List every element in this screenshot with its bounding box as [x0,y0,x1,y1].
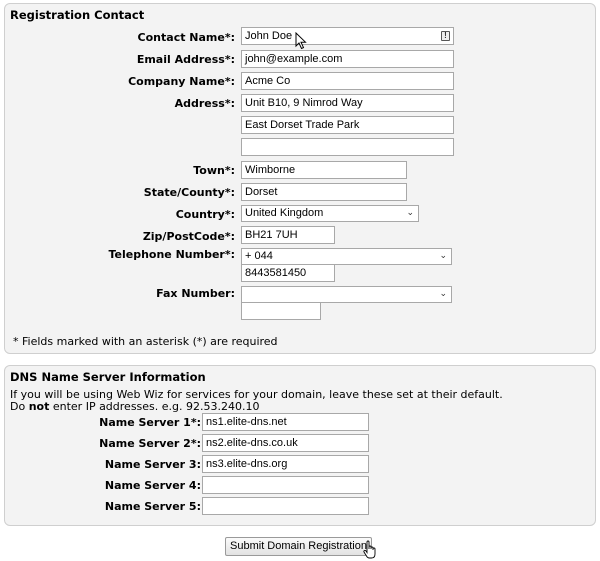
name-server-3-label: Name Server 3: [104,458,201,471]
town-input[interactable]: Wimborne [241,161,407,179]
country-value: United Kingdom [245,207,324,219]
name-server-4-label: Name Server 4: [104,479,201,492]
telephone-label: Telephone Number*: [108,248,235,261]
dns-info-not: not [28,400,50,413]
contact-name-label: Contact Name*: [137,31,235,44]
name-server-1-label: Name Server 1*: [99,416,201,429]
address-line1-value: Unit B10, 9 Nimrod Way [245,97,363,109]
state-label: State/County*: [143,186,235,199]
telephone-code-value: + 044 [245,250,273,262]
address-line2-input[interactable]: East Dorset Trade Park [241,116,454,134]
zip-value: BH21 7UH [245,229,298,241]
dns-info-do: Do [10,400,29,413]
email-value: john@example.com [245,53,343,65]
town-value: Wimborne [245,164,296,176]
state-input[interactable]: Dorset [241,183,407,201]
name-server-4-input[interactable] [202,476,369,494]
zip-label: Zip/PostCode*: [142,230,235,243]
contact-name-input[interactable]: John Doe ! [241,27,454,45]
registration-contact-panel: Registration Contact Contact Name*: John… [4,3,596,354]
name-server-2-label: Name Server 2*: [99,437,201,450]
name-server-1-value: ns1.elite-dns.net [206,416,287,428]
name-server-5-input[interactable] [202,497,369,515]
name-server-1-input[interactable]: ns1.elite-dns.net [202,413,369,431]
fax-code-select[interactable]: ⌄ [241,286,452,303]
fax-label: Fax Number: [156,287,235,300]
chevron-down-icon: ⌄ [439,288,447,298]
name-server-5-label: Name Server 5: [104,500,201,513]
name-server-3-value: ns3.elite-dns.org [206,458,288,470]
name-server-3-input[interactable]: ns3.elite-dns.org [202,455,369,473]
address-label: Address*: [174,97,235,110]
pointer-cursor-icon [295,32,307,50]
telephone-code-select[interactable]: + 044 ⌄ [241,248,452,265]
dns-name-server-panel: DNS Name Server Information If you will … [4,365,596,526]
hand-cursor-icon [363,540,376,559]
country-label: Country*: [175,208,235,221]
email-label: Email Address*: [136,53,235,66]
company-input[interactable]: Acme Co [241,72,454,90]
alert-icon: ! [441,31,450,41]
state-value: Dorset [245,186,278,198]
country-select[interactable]: United Kingdom ⌄ [241,205,419,222]
chevron-down-icon: ⌄ [406,207,414,217]
address-line1-input[interactable]: Unit B10, 9 Nimrod Way [241,94,454,112]
registration-contact-title: Registration Contact [10,8,145,22]
submit-domain-registration-button[interactable]: Submit Domain Registration [225,537,372,556]
address-line3-input[interactable] [241,138,454,156]
address-line2-value: East Dorset Trade Park [245,119,360,131]
telephone-number-value: 8443581450 [245,267,307,279]
email-input[interactable]: john@example.com [241,50,454,68]
company-value: Acme Co [245,75,291,87]
contact-name-value: John Doe [245,30,293,42]
company-label: Company Name*: [128,75,235,88]
dns-panel-title: DNS Name Server Information [10,370,206,384]
fax-number-input[interactable] [241,302,321,320]
name-server-2-input[interactable]: ns2.elite-dns.co.uk [202,434,369,452]
dns-info-line2: Do not enter IP addresses. e.g. 92.53.24… [10,400,260,413]
zip-input[interactable]: BH21 7UH [241,226,335,244]
telephone-number-input[interactable]: 8443581450 [241,264,335,282]
required-fields-note: * Fields marked with an asterisk (*) are… [13,335,278,348]
chevron-down-icon: ⌄ [439,250,447,260]
name-server-2-value: ns2.elite-dns.co.uk [206,437,298,449]
dns-info-rest: enter IP addresses. e.g. 92.53.240.10 [49,400,260,413]
town-label: Town*: [193,164,235,177]
